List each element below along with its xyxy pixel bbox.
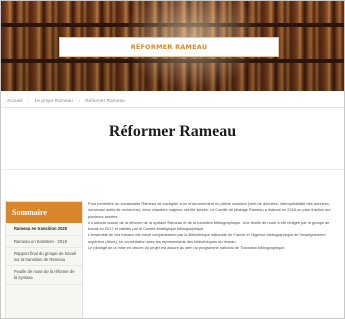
main-content: Pour permettre au vocabulaire Rameau de …	[88, 201, 336, 251]
content-paragraph: Le pilotage de la mise en œuvre du proje…	[88, 245, 286, 251]
sidebar-heading: Sommaire	[6, 202, 82, 223]
content-paragraph: Pour permettre au vocabulaire Rameau de …	[88, 201, 331, 219]
summary-sidebar: Sommaire Rameau en transition 2020 Ramea…	[5, 201, 83, 318]
sidebar-item-transition-2019[interactable]: Rameau en transition - 2019	[6, 236, 82, 249]
hero-title: RÉFORMER RAMEAU	[130, 43, 208, 51]
title-divider	[1, 169, 344, 170]
breadcrumb-divider	[1, 107, 344, 108]
content-paragraph: Il s'articule autour de la réforme de la…	[88, 219, 330, 232]
sidebar-item-transition-2020[interactable]: Rameau en transition 2020	[6, 223, 82, 236]
sidebar-item-feuille-de-route[interactable]: Feuille de route de la réforme de la syn…	[6, 266, 82, 285]
page-frame: RÉFORMER RAMEAU Accueil › Le projet Rame…	[0, 0, 345, 319]
breadcrumb-item-home[interactable]: Accueil	[7, 99, 22, 104]
breadcrumb: Accueil › Le projet Rameau › Réformer Ra…	[7, 99, 129, 104]
breadcrumb-separator: ›	[78, 99, 80, 104]
sidebar-item-rapport-final[interactable]: Rapport final du groupe de travail sur l…	[6, 248, 82, 267]
page-title: Réformer Rameau	[108, 123, 237, 140]
hero-title-box: RÉFORMER RAMEAU	[59, 37, 279, 57]
breadcrumb-item-projet[interactable]: Le projet Rameau	[35, 99, 73, 104]
breadcrumb-item-current: Réformer Rameau	[85, 99, 125, 104]
hero-banner: RÉFORMER RAMEAU	[1, 1, 344, 91]
breadcrumb-separator: ›	[27, 99, 30, 104]
content-paragraph: L'ensemble de ces travaux est mené conjo…	[88, 232, 326, 244]
